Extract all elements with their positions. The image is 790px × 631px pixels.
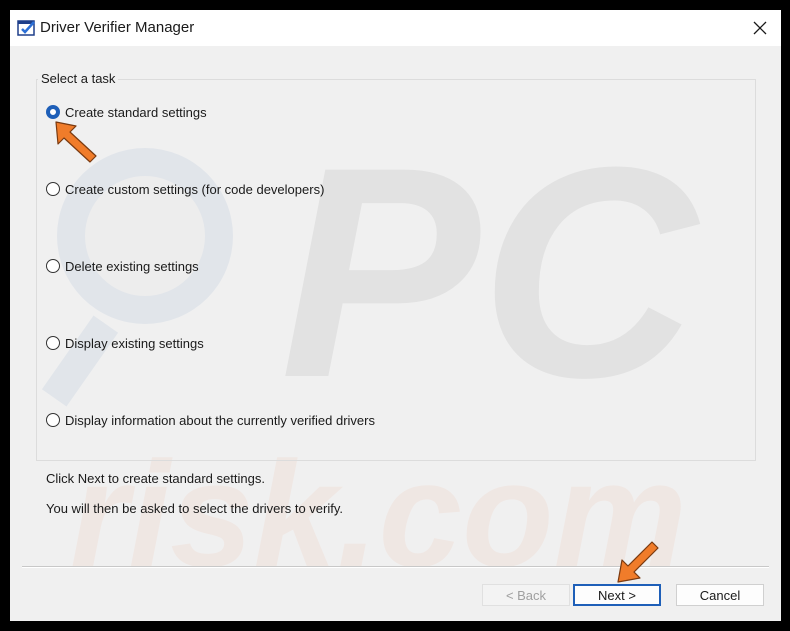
radio-button-checked[interactable] bbox=[46, 105, 60, 119]
radio-label: Delete existing settings bbox=[65, 258, 199, 274]
footer-separator bbox=[22, 566, 769, 568]
info-line-1: Click Next to create standard settings. bbox=[46, 471, 265, 486]
annotation-arrow-icon bbox=[617, 541, 659, 583]
driver-verifier-window: PC risk.com Driver Verifier Manager Sele… bbox=[10, 10, 781, 621]
radio-create-custom[interactable]: Create custom settings (for code develop… bbox=[46, 179, 324, 199]
radio-label: Create standard settings bbox=[65, 104, 207, 120]
title-bar: Driver Verifier Manager bbox=[10, 10, 781, 46]
driver-verifier-icon bbox=[17, 20, 35, 36]
radio-button[interactable] bbox=[46, 413, 60, 427]
group-label: Select a task bbox=[38, 71, 119, 86]
radio-create-standard[interactable]: Create standard settings bbox=[46, 102, 207, 122]
radio-display-existing[interactable]: Display existing settings bbox=[46, 333, 204, 353]
info-line-2: You will then be asked to select the dri… bbox=[46, 501, 343, 516]
radio-label: Display existing settings bbox=[65, 335, 204, 351]
radio-label: Create custom settings (for code develop… bbox=[65, 181, 325, 197]
radio-button[interactable] bbox=[46, 336, 60, 350]
radio-display-info[interactable]: Display information about the currently … bbox=[46, 410, 375, 430]
next-button[interactable]: Next > bbox=[573, 584, 661, 606]
radio-delete-existing[interactable]: Delete existing settings bbox=[46, 256, 199, 276]
window-title: Driver Verifier Manager bbox=[40, 19, 195, 36]
radio-button[interactable] bbox=[46, 259, 60, 273]
radio-label: Display information about the currently … bbox=[65, 412, 375, 428]
cancel-button[interactable]: Cancel bbox=[676, 584, 764, 606]
back-button[interactable]: < Back bbox=[482, 584, 570, 606]
close-icon[interactable] bbox=[745, 13, 775, 43]
radio-button[interactable] bbox=[46, 182, 60, 196]
